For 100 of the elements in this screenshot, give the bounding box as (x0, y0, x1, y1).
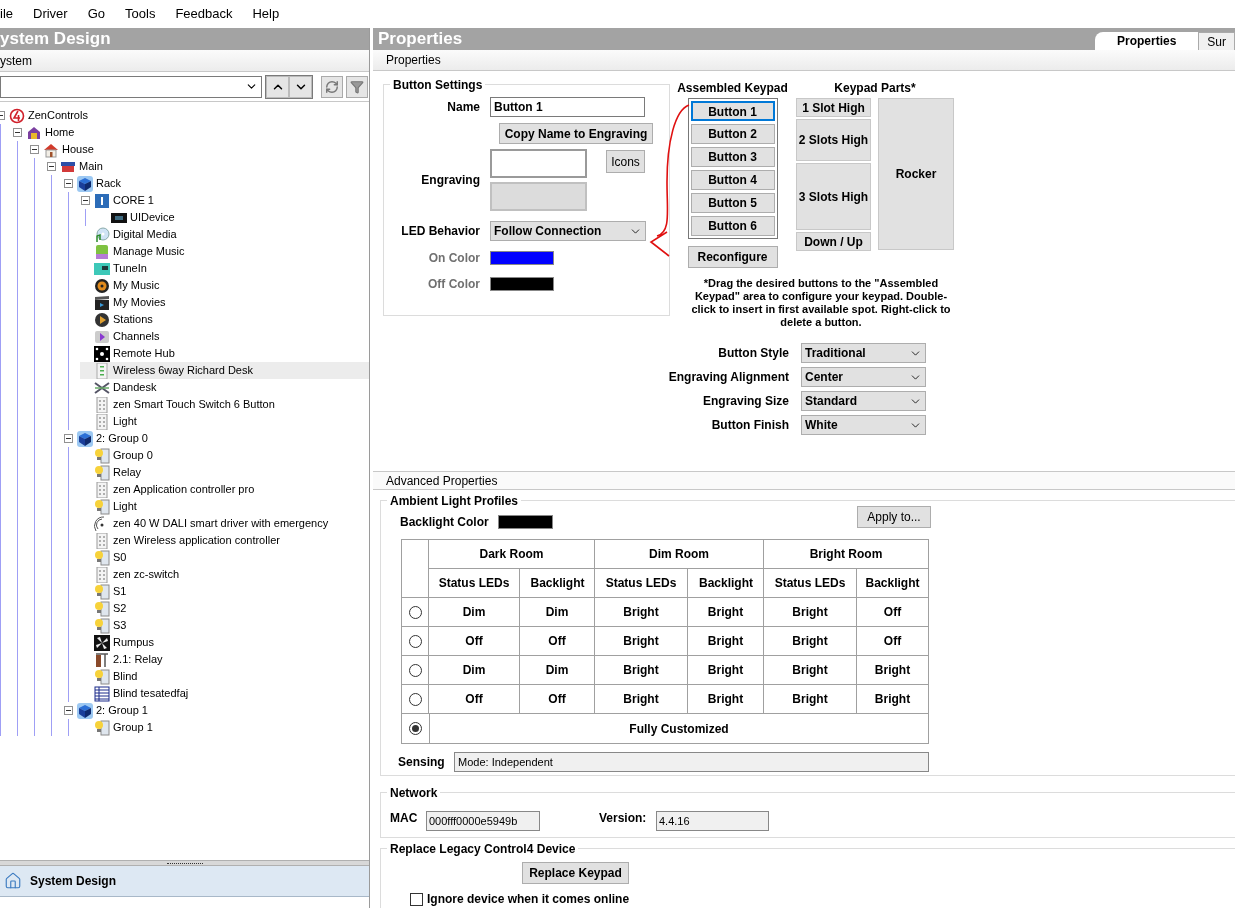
keypad-part[interactable]: Rocker (878, 98, 954, 251)
tree-item[interactable]: S1 (80, 583, 369, 600)
field-label: Backlight Color (400, 514, 490, 532)
tree-item[interactable]: Manage Music (80, 243, 369, 260)
move-up-button[interactable] (266, 75, 289, 98)
tree-item[interactable]: Rack (63, 175, 369, 192)
keypad-part[interactable]: 1 Slot High (796, 98, 871, 118)
tree-item[interactable]: 2: Group 0 (63, 430, 369, 447)
option-dropdown[interactable]: Traditional (801, 343, 926, 364)
tree-item[interactable]: My Music (80, 277, 369, 294)
tree-item[interactable]: UIDevice (97, 209, 369, 226)
tree-item[interactable]: S2 (80, 600, 369, 617)
tab[interactable]: ystem (0, 51, 32, 70)
radio-button[interactable] (409, 722, 422, 736)
tree-item[interactable]: House (29, 141, 369, 158)
tree-item[interactable]: Group 1 (80, 719, 369, 736)
collapse-toggle[interactable] (30, 145, 39, 154)
checkbox[interactable] (410, 892, 423, 906)
name-field[interactable]: Button 1 (490, 97, 645, 118)
keypad-button[interactable]: Button 2 (690, 124, 775, 145)
tree-item[interactable]: S0 (80, 549, 369, 566)
tree-item[interactable]: 2.1: Relay (80, 651, 369, 668)
tree-item[interactable]: S3 (80, 617, 369, 634)
radio-button[interactable] (408, 692, 422, 706)
keypad-button[interactable]: Button 5 (690, 193, 775, 214)
collapse-toggle[interactable] (81, 196, 90, 205)
tree-item[interactable]: Blind (80, 668, 369, 685)
tree-item[interactable]: TuneIn (80, 260, 369, 277)
tree-item[interactable]: zen Application controller pro (80, 481, 369, 498)
tree-item[interactable]: Dandesk (80, 379, 369, 396)
menu-item[interactable]: Go (87, 4, 106, 24)
tree-item[interactable]: zen zc-switch (80, 566, 369, 583)
tree-item[interactable]: Group 0 (80, 447, 369, 464)
replace-keypad-button[interactable]: Replace Keypad (522, 862, 629, 884)
keypad-button[interactable]: Button 6 (690, 216, 775, 237)
tree-item-label: Stations (113, 312, 153, 328)
keypad-button[interactable]: Button 1 (690, 101, 775, 122)
collapse-toggle[interactable] (64, 179, 73, 188)
icons-button[interactable]: Icons (606, 150, 645, 174)
tree-item-label: Home (45, 125, 75, 141)
led-behavior-dropdown[interactable]: Follow Connection (490, 221, 646, 242)
sensing-field[interactable]: Mode: Independent (454, 752, 929, 773)
move-down-button[interactable] (289, 75, 312, 98)
option-dropdown[interactable]: White (801, 415, 926, 436)
tree-item[interactable]: My Movies (80, 294, 369, 311)
collapse-toggle[interactable] (64, 434, 73, 443)
collapse-toggle[interactable] (13, 128, 22, 137)
combo-box[interactable] (0, 75, 262, 98)
tree-item[interactable]: Home (12, 124, 369, 141)
tree-item[interactable]: Stations (80, 311, 369, 328)
collapse-toggle[interactable] (64, 706, 73, 715)
tree-item[interactable]: zen Wireless application controller (80, 532, 369, 549)
tree-item[interactable]: Digital Media (80, 226, 369, 243)
tree-item[interactable]: Main (46, 158, 369, 175)
copy-name-button[interactable]: Copy Name to Engraving (499, 123, 653, 145)
tree-item[interactable]: Rumpus (80, 634, 369, 651)
tab[interactable]: Sur (1198, 32, 1235, 50)
radio-button[interactable] (408, 605, 422, 619)
tree-item[interactable]: Light (80, 498, 369, 515)
tree-item[interactable]: zen Smart Touch Switch 6 Button (80, 396, 369, 413)
keypad-button[interactable]: Button 4 (690, 170, 775, 191)
collapse-toggle[interactable] (47, 162, 56, 171)
keypad-part[interactable]: 2 Slots High (796, 119, 871, 162)
tree-item[interactable]: Channels (80, 328, 369, 345)
refresh-button[interactable] (321, 75, 343, 98)
radio-button[interactable] (408, 663, 422, 677)
keypad-part[interactable]: Down / Up (796, 232, 871, 252)
version-field[interactable]: 4.4.16 (656, 811, 769, 832)
menu-item[interactable]: Tools (125, 4, 156, 24)
option-dropdown[interactable]: Center (801, 367, 926, 388)
nav-item[interactable]: System Design (0, 866, 369, 897)
tree-item[interactable]: 2: Group 1 (63, 702, 369, 719)
tree-item[interactable]: Wireless 6way Richard Desk (80, 362, 369, 379)
filter-button[interactable] (346, 75, 368, 98)
tree-item[interactable]: CORE 1 (80, 192, 369, 209)
tree-item-label: Blind (113, 669, 138, 685)
menu-item[interactable]: ile (0, 4, 13, 24)
controller-icon (94, 192, 110, 209)
radio-button[interactable] (408, 634, 422, 648)
keypad-part[interactable]: 3 Slots High (796, 163, 871, 231)
menu-item[interactable]: Help (252, 4, 280, 24)
engraving-field[interactable] (490, 149, 587, 179)
instructions-text: *Drag the desired buttons to the "Assembled Keypad" area to configure your keypad. Double-click to insert in first available spot. Right-click to delete a button. (690, 277, 952, 330)
menu-item[interactable]: Driver (33, 4, 68, 24)
tree-item[interactable]: Blind tesatedfaj (80, 685, 369, 702)
column-header: Status LEDs (764, 569, 857, 598)
color-swatch[interactable] (498, 515, 553, 530)
menu-item[interactable]: Feedback (175, 4, 233, 24)
option-dropdown[interactable]: Standard (801, 391, 926, 412)
tree-item[interactable]: Remote Hub (80, 345, 369, 362)
field-label: MAC (390, 810, 419, 828)
mac-field[interactable]: 000fff0000e5949b (426, 811, 540, 832)
tree-item[interactable]: Light (80, 413, 369, 430)
keypad-button[interactable]: Button 3 (690, 147, 775, 168)
tab[interactable]: Properties (1094, 32, 1199, 50)
reconfigure-button[interactable]: Reconfigure (687, 246, 778, 269)
tree-item[interactable]: zen 40 W DALI smart driver with emergency (80, 515, 369, 532)
tree-item[interactable]: ZenControls (0, 107, 369, 124)
apply-to-button[interactable]: Apply to... (857, 506, 931, 529)
tree-item[interactable]: Relay (80, 464, 369, 481)
